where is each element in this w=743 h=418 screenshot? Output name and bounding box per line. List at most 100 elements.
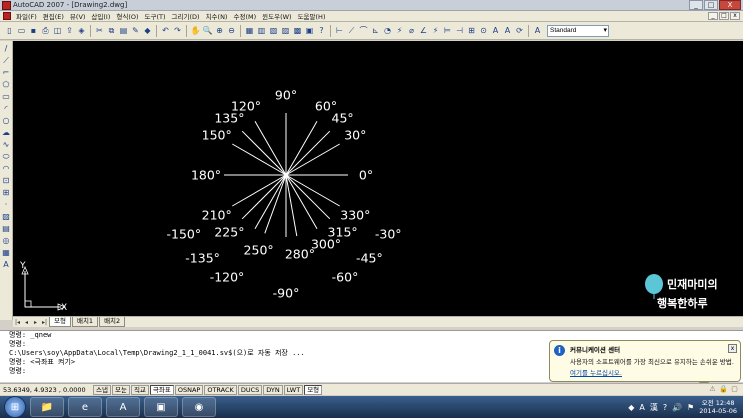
angular-icon[interactable]: ∠ bbox=[418, 25, 429, 37]
menu-view[interactable]: 뷰(V) bbox=[67, 11, 89, 21]
angle-label[interactable]: 135° bbox=[214, 111, 244, 126]
angle-label[interactable]: 30° bbox=[344, 128, 366, 143]
menu-help[interactable]: 도움말(H) bbox=[295, 11, 329, 21]
drawing-canvas[interactable]: 90° 120° 60° 135° 45° 150° 30° 180° 0° 210° -150° 3… bbox=[13, 41, 743, 316]
table-icon[interactable]: ▦ bbox=[1, 247, 11, 258]
design-center-icon[interactable]: ▥ bbox=[256, 25, 267, 37]
lock-icon[interactable]: 🔒 bbox=[719, 385, 728, 394]
markup-icon[interactable]: ▩ bbox=[292, 25, 303, 37]
menu-edit[interactable]: 편집(E) bbox=[40, 11, 67, 21]
block-editor-icon[interactable]: ◆ bbox=[142, 25, 153, 37]
angle-label[interactable]: -60° bbox=[332, 270, 359, 285]
angle-label[interactable]: -45° bbox=[356, 251, 383, 266]
make-block-icon[interactable]: ⊞ bbox=[1, 187, 11, 198]
dim-update-icon[interactable]: ⟳ bbox=[514, 25, 525, 37]
properties-icon[interactable]: ▦ bbox=[244, 25, 255, 37]
grid-toggle[interactable]: 모눈 bbox=[111, 384, 130, 395]
point-icon[interactable]: · bbox=[1, 199, 11, 210]
tab-last-icon[interactable]: ▸| bbox=[40, 318, 49, 327]
tab-layout1[interactable]: 배치1 bbox=[71, 317, 99, 327]
taskbar-clock[interactable]: 오전 12:48 2014-05-06 bbox=[699, 399, 737, 415]
angle-label[interactable]: 90° bbox=[275, 88, 297, 103]
arc-length-icon[interactable]: ⌒ bbox=[358, 25, 369, 37]
zoom-realtime-icon[interactable]: 🔍 bbox=[202, 25, 213, 37]
ortho-toggle[interactable]: 직교 bbox=[130, 384, 149, 395]
center-mark-icon[interactable]: ⊙ bbox=[478, 25, 489, 37]
menu-modify[interactable]: 수정(M) bbox=[230, 11, 259, 21]
close-button[interactable]: X bbox=[719, 0, 741, 10]
maximize-button[interactable]: □ bbox=[704, 0, 718, 10]
angle-label[interactable]: 280° bbox=[285, 246, 315, 261]
construction-line-icon[interactable]: ⟋ bbox=[1, 55, 11, 66]
angle-label[interactable]: -90° bbox=[273, 286, 300, 301]
tab-model[interactable]: 모형 bbox=[49, 317, 71, 327]
lwt-toggle[interactable]: LWT bbox=[283, 384, 304, 395]
clean-screen-icon[interactable]: ▢ bbox=[730, 385, 739, 394]
new-icon[interactable]: ▯ bbox=[4, 25, 15, 37]
snap-toggle[interactable]: 스냅 bbox=[93, 384, 111, 395]
hatch-icon[interactable]: ▨ bbox=[1, 211, 11, 222]
communication-center-icon[interactable]: ⚠ bbox=[708, 385, 717, 394]
menu-insert[interactable]: 삽입(I) bbox=[88, 11, 113, 21]
insert-block-icon[interactable]: ⊡ bbox=[1, 175, 11, 186]
angle-label[interactable]: 225° bbox=[214, 224, 244, 239]
minimize-button[interactable]: _ bbox=[689, 0, 703, 10]
tab-next-icon[interactable]: ▸ bbox=[31, 318, 40, 327]
plot-icon[interactable]: ⎙ bbox=[40, 25, 51, 37]
diameter-icon[interactable]: ⌀ bbox=[406, 25, 417, 37]
osnap-toggle[interactable]: OSNAP bbox=[174, 384, 204, 395]
copy-icon[interactable]: ⧉ bbox=[106, 25, 117, 37]
line-icon[interactable]: / bbox=[1, 43, 11, 54]
tool-palettes-icon[interactable]: ▧ bbox=[268, 25, 279, 37]
network-icon[interactable]: ◆ bbox=[628, 403, 634, 412]
doc-minimize-button[interactable]: _ bbox=[708, 12, 718, 20]
menu-format[interactable]: 형식(O) bbox=[113, 11, 141, 21]
autocad-app-icon[interactable] bbox=[2, 1, 11, 10]
3d-dwf-icon[interactable]: ◈ bbox=[76, 25, 87, 37]
redo-icon[interactable]: ↷ bbox=[172, 25, 183, 37]
menu-dimension[interactable]: 치수(N) bbox=[203, 11, 231, 21]
continue-icon[interactable]: ⊣ bbox=[454, 25, 465, 37]
sheet-set-icon[interactable]: ▨ bbox=[280, 25, 291, 37]
revision-cloud-icon[interactable]: ☁ bbox=[1, 127, 11, 138]
coordinate-display[interactable]: 53.6349, 4.9323 , 0.0000 bbox=[0, 386, 93, 394]
angle-label[interactable]: -120° bbox=[210, 270, 245, 285]
ellipse-icon[interactable]: ⬭ bbox=[1, 151, 11, 162]
publish-icon[interactable]: ⇪ bbox=[64, 25, 75, 37]
angle-label[interactable]: 210° bbox=[202, 208, 232, 223]
angle-label[interactable]: 300° bbox=[311, 237, 341, 252]
zoom-window-icon[interactable]: ⊕ bbox=[214, 25, 225, 37]
app-taskbar-icon[interactable]: ◉ bbox=[182, 397, 216, 417]
menu-tools[interactable]: 도구(T) bbox=[142, 11, 169, 21]
baseline-icon[interactable]: ⊨ bbox=[442, 25, 453, 37]
circle-icon[interactable]: ○ bbox=[1, 115, 11, 126]
match-properties-icon[interactable]: ✎ bbox=[130, 25, 141, 37]
otrack-toggle[interactable]: OTRACK bbox=[204, 384, 237, 395]
autocad-taskbar-icon[interactable]: A bbox=[106, 397, 140, 417]
ime-hanja-icon[interactable]: 漢 bbox=[650, 402, 658, 413]
ime-icon[interactable]: A bbox=[639, 403, 644, 412]
angle-label[interactable]: 0° bbox=[359, 168, 373, 183]
save-icon[interactable]: ▪ bbox=[28, 25, 39, 37]
angle-label[interactable]: 180° bbox=[191, 168, 221, 183]
explorer-taskbar-icon[interactable]: 📁 bbox=[30, 397, 64, 417]
tab-prev-icon[interactable]: ◂ bbox=[22, 318, 31, 327]
zoom-previous-icon[interactable]: ⊖ bbox=[226, 25, 237, 37]
volume-icon[interactable]: 🔊 bbox=[672, 403, 682, 412]
region-icon[interactable]: ◎ bbox=[1, 235, 11, 246]
tolerance-icon[interactable]: ⊞ bbox=[466, 25, 477, 37]
polar-line[interactable] bbox=[264, 174, 287, 234]
polygon-icon[interactable]: ⬠ bbox=[1, 79, 11, 90]
doc-close-button[interactable]: x bbox=[730, 12, 740, 20]
model-toggle[interactable]: 모형 bbox=[304, 384, 323, 395]
document-icon[interactable] bbox=[3, 12, 11, 20]
jogged-icon[interactable]: ⚡ bbox=[394, 25, 405, 37]
ducs-toggle[interactable]: DUCS bbox=[237, 384, 263, 395]
flag-icon[interactable]: ⚑ bbox=[687, 403, 694, 412]
notification-close-button[interactable]: x bbox=[728, 344, 737, 353]
doc-restore-button[interactable]: □ bbox=[719, 12, 729, 20]
pan-icon[interactable]: ✋ bbox=[190, 25, 201, 37]
menu-file[interactable]: 파일(F) bbox=[13, 11, 40, 21]
rectangle-icon[interactable]: ▭ bbox=[1, 91, 11, 102]
text-style-dropdown[interactable]: Standard bbox=[547, 24, 609, 37]
